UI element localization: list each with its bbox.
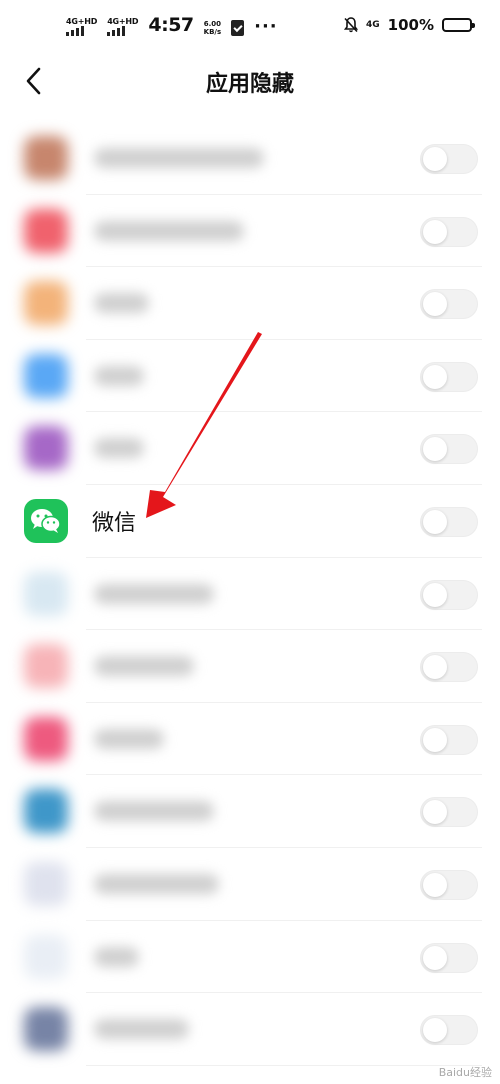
app-name: 微信 — [92, 510, 137, 536]
toggle-knob — [423, 292, 447, 317]
app-icon — [24, 716, 68, 761]
watermark: Baidu经验 — [438, 1066, 492, 1079]
hide-app-toggle[interactable] — [420, 797, 478, 828]
app-name-blurred — [94, 583, 214, 604]
app-name-blurred — [94, 438, 144, 459]
signal-2-bars-icon — [107, 26, 126, 36]
toggle-knob — [423, 219, 447, 244]
bell-muted-icon — [344, 17, 358, 33]
hide-app-toggle[interactable] — [420, 942, 478, 973]
app-row — [0, 195, 500, 268]
toggle-knob — [423, 800, 447, 825]
app-icon — [24, 644, 68, 689]
hide-app-toggle[interactable] — [420, 724, 478, 755]
app-row — [0, 412, 500, 485]
signal-2-label: 4G+HD — [107, 17, 139, 26]
app-name-blurred — [94, 801, 214, 822]
app-row — [0, 703, 500, 776]
hide-app-toggle[interactable] — [420, 144, 478, 174]
more-notifications: ··· — [254, 16, 278, 37]
app-icon — [24, 426, 68, 471]
app-row — [0, 775, 500, 848]
signal-1-bars-icon — [66, 26, 84, 36]
toggle-knob — [423, 655, 447, 680]
hide-app-toggle[interactable] — [420, 434, 478, 465]
net-speed: 6.00 KB/s — [204, 20, 221, 36]
app-name-blurred — [94, 365, 144, 386]
clock: 4:57 — [148, 14, 194, 36]
battery-icon — [442, 18, 475, 32]
toggle-knob — [423, 872, 447, 897]
app-icon — [24, 1007, 68, 1052]
app-icon — [24, 281, 68, 326]
page-title: 应用隐藏 — [205, 72, 294, 97]
app-row — [0, 848, 500, 921]
app-name-blurred — [94, 148, 264, 168]
net-speed-unit: KB/s — [203, 28, 222, 36]
app-icon — [24, 789, 68, 834]
signal-2: 4G+HD — [107, 17, 139, 36]
app-row — [0, 558, 500, 631]
net-speed-value: 6.00 — [203, 20, 222, 28]
app-name-blurred — [94, 873, 219, 894]
app-name-blurred — [94, 656, 194, 677]
app-icon — [24, 353, 68, 398]
app-icon — [24, 571, 68, 616]
toggle-knob — [423, 727, 447, 752]
battery-percent: 100% — [387, 16, 434, 34]
hide-app-toggle[interactable] — [420, 652, 478, 683]
app-icon — [24, 136, 68, 180]
app-row — [0, 630, 500, 703]
toggle-knob — [423, 1018, 447, 1043]
app-name-blurred — [94, 946, 139, 967]
toggle-knob — [423, 945, 447, 970]
app-name-blurred — [94, 220, 244, 241]
app-icon — [24, 861, 68, 906]
toggle-knob — [423, 509, 447, 534]
signal-1-label: 4G+HD — [66, 17, 98, 26]
app-list: 微信 — [0, 122, 500, 1066]
header-bar: 应用隐藏 — [0, 56, 500, 106]
status-bar: 4G+HD 4G+HD 4:57 6.00 KB/s ··· 4G 100% — [0, 0, 500, 56]
toggle-knob — [423, 364, 447, 389]
status-left: 4G+HD 4G+HD 4:57 6.00 KB/s ··· — [66, 14, 278, 36]
app-row — [0, 340, 500, 413]
signal-1: 4G+HD — [66, 17, 97, 36]
hide-app-toggle[interactable] — [420, 289, 478, 320]
hide-app-toggle[interactable] — [420, 506, 478, 537]
clipboard-icon — [231, 20, 245, 36]
app-icon — [24, 934, 68, 979]
hide-app-toggle[interactable] — [420, 216, 478, 247]
app-row — [0, 122, 500, 195]
status-right: 4G 100% — [344, 16, 475, 34]
app-row — [0, 921, 500, 994]
app-name-blurred — [94, 728, 164, 749]
toggle-knob — [423, 147, 447, 171]
toggle-knob — [423, 437, 447, 462]
network-type: 4G — [366, 20, 380, 30]
hide-app-toggle[interactable] — [420, 361, 478, 392]
row-divider — [86, 1064, 482, 1066]
hide-app-toggle[interactable] — [420, 869, 478, 900]
toggle-knob — [423, 582, 447, 607]
app-row — [0, 267, 500, 340]
app-row — [0, 993, 500, 1066]
hide-app-toggle[interactable] — [420, 1015, 478, 1046]
hide-app-toggle[interactable] — [420, 579, 478, 610]
app-row: 微信 — [0, 485, 500, 558]
app-name-blurred — [94, 293, 149, 314]
wechat-icon — [24, 498, 68, 543]
app-name-blurred — [94, 1019, 189, 1040]
app-icon — [24, 208, 68, 253]
